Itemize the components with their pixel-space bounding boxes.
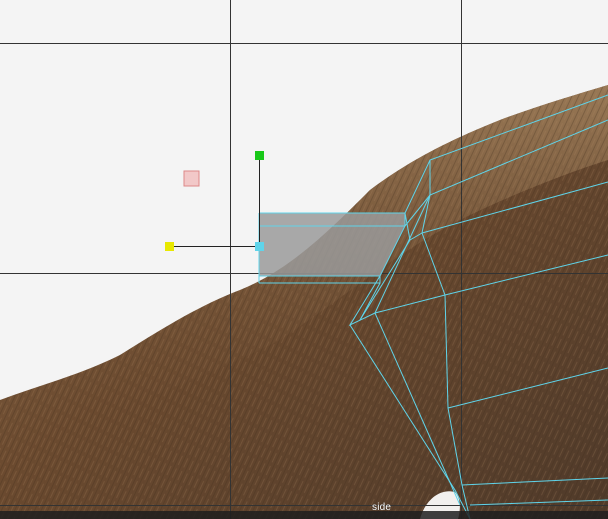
selected-face[interactable]: [259, 213, 405, 276]
center-handle[interactable]: [255, 242, 264, 251]
y-axis-handle[interactable]: [255, 151, 264, 160]
fur-strands: [0, 85, 608, 519]
move-manipulator[interactable]: [165, 151, 264, 251]
viewport-side[interactable]: side: [0, 0, 608, 519]
view-name-label: side: [372, 502, 392, 513]
viewport-bottom-bar: [0, 511, 608, 519]
z-axis-handle[interactable]: [165, 242, 174, 251]
plane-handle[interactable]: [183, 170, 200, 187]
viewport-canvas[interactable]: [0, 0, 608, 519]
